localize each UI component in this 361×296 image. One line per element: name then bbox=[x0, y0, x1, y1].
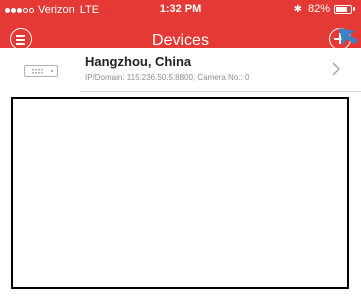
device-name: Hangzhou, China bbox=[85, 54, 192, 69]
status-right: ✱ 82% bbox=[294, 3, 355, 15]
battery-percent: 82% bbox=[307, 3, 330, 15]
row-divider bbox=[80, 91, 361, 92]
battery-tip bbox=[353, 7, 355, 11]
pointer-arrow-icon bbox=[339, 28, 358, 46]
status-bar: Verizon LTE 1:32 PM ✱ 82% bbox=[0, 0, 361, 20]
battery-icon bbox=[334, 4, 352, 14]
chevron-right-icon bbox=[332, 62, 340, 76]
bluetooth-icon: ✱ bbox=[293, 3, 302, 15]
device-details: IP/Domain: 115.236.50.5:8800, Camera No.… bbox=[85, 73, 250, 82]
battery-level bbox=[336, 6, 348, 12]
device-list-item[interactable]: Hangzhou, China IP/Domain: 115.236.50.5:… bbox=[0, 48, 361, 92]
empty-content-area bbox=[11, 97, 349, 289]
dvr-device-icon bbox=[24, 65, 58, 77]
